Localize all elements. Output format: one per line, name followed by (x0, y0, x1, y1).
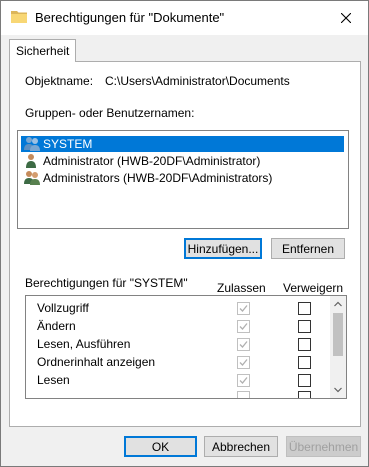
list-item[interactable]: Administrators (HWB-20DF\Administrators) (21, 170, 344, 186)
permissions-list[interactable]: Vollzugriff Ändern Lesen, Ausführen Ordn… (25, 295, 347, 399)
allow-checkbox[interactable] (237, 391, 250, 398)
chevron-up-icon (334, 301, 342, 307)
deny-checkbox[interactable] (298, 374, 311, 387)
permission-name: Lesen (37, 373, 70, 387)
permission-row: Lesen (26, 371, 329, 390)
allow-checkbox[interactable] (237, 374, 250, 387)
apply-button[interactable]: Übernehmen (286, 436, 361, 457)
users-group-icon (23, 170, 41, 189)
permission-name: Vollzugriff (37, 301, 89, 315)
allow-checkbox[interactable] (237, 302, 250, 315)
close-icon (341, 13, 351, 23)
deny-checkbox[interactable] (298, 391, 311, 398)
tab-security-label: Sicherheit (16, 44, 70, 58)
folder-icon (11, 9, 27, 23)
allow-header: Zulassen (217, 281, 266, 295)
allow-checkbox[interactable] (237, 356, 250, 369)
chevron-down-icon (334, 387, 342, 393)
permission-row: Ordnerinhalt anzeigen (26, 353, 329, 372)
permission-name: Ordnerinhalt anzeigen (37, 355, 156, 369)
cancel-button[interactable]: Abbrechen (204, 436, 278, 457)
users-listbox[interactable]: SYSTEM Administrator (HWB-20DF\Administr… (17, 130, 349, 229)
tab-security[interactable]: Sicherheit (9, 39, 76, 62)
deny-header: Verweigern (283, 281, 344, 295)
deny-checkbox[interactable] (298, 320, 311, 333)
permission-row (26, 389, 329, 398)
object-path: C:\Users\Administrator\Documents (105, 74, 290, 88)
permission-row: Ändern (26, 317, 329, 336)
allow-checkbox[interactable] (237, 320, 250, 333)
list-item[interactable]: Administrator (HWB-20DF\Administrator) (21, 153, 344, 169)
permissions-dialog: Berechtigungen für "Dokumente" Sicherhei… (0, 0, 369, 467)
permission-row: Lesen, Ausführen (26, 335, 329, 354)
scroll-thumb[interactable] (333, 313, 343, 356)
permission-row: Vollzugriff (26, 299, 329, 318)
list-item-label: Administrators (HWB-20DF\Administrators) (43, 171, 273, 185)
permission-name: Lesen, Ausführen (37, 337, 131, 351)
scroll-down-button[interactable] (330, 382, 346, 398)
list-item[interactable]: SYSTEM (21, 136, 344, 152)
remove-button[interactable]: Entfernen (271, 238, 345, 259)
deny-checkbox[interactable] (298, 302, 311, 315)
list-item-label: SYSTEM (43, 137, 93, 151)
title-bar[interactable]: Berechtigungen für "Dokumente" (1, 1, 368, 35)
permission-name: Ändern (37, 319, 76, 333)
deny-checkbox[interactable] (298, 356, 311, 369)
close-button[interactable] (324, 1, 368, 35)
users-label: Gruppen- oder Benutzernamen: (25, 106, 195, 120)
ok-button[interactable]: OK (124, 436, 197, 457)
list-item-label: Administrator (HWB-20DF\Administrator) (43, 154, 261, 168)
object-name-label: Objektname: (25, 74, 94, 88)
permissions-label: Berechtigungen für "SYSTEM" (25, 276, 188, 290)
add-button[interactable]: Hinzufügen... (184, 238, 262, 259)
allow-checkbox[interactable] (237, 338, 250, 351)
permissions-scrollbar[interactable] (330, 296, 346, 398)
deny-checkbox[interactable] (298, 338, 311, 351)
window-title: Berechtigungen für "Dokumente" (35, 10, 225, 25)
scroll-up-button[interactable] (330, 296, 346, 312)
